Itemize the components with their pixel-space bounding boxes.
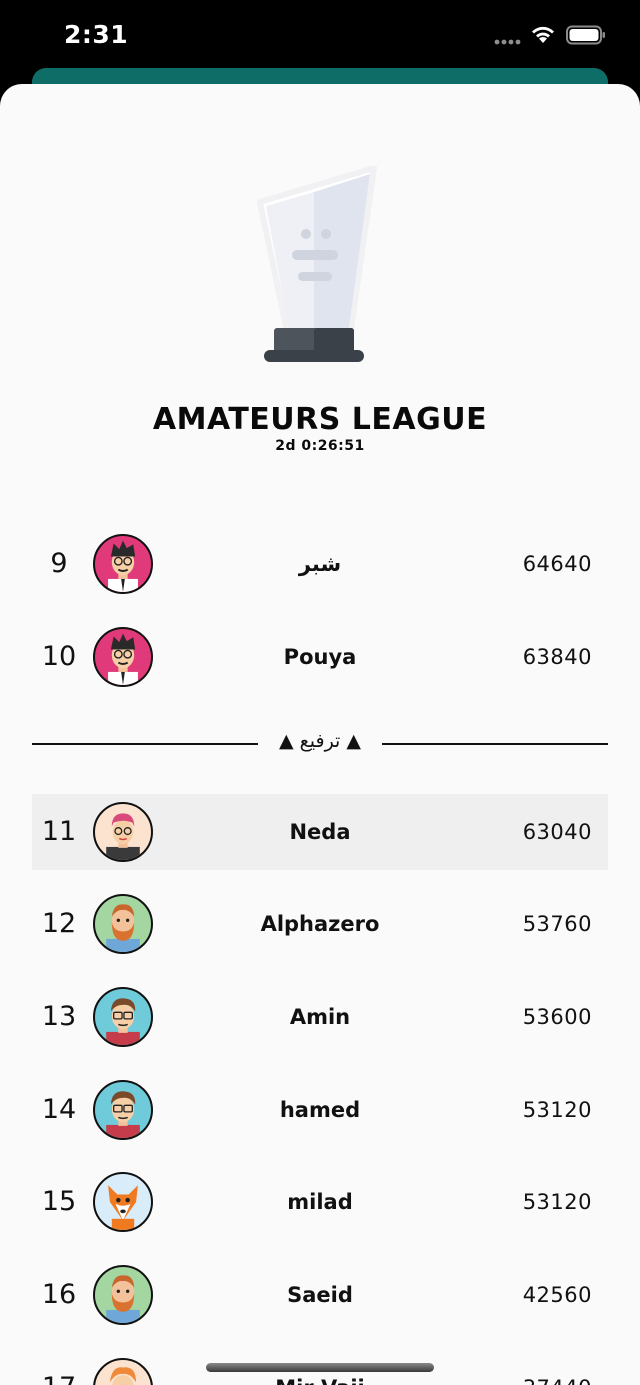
player-score: 64640: [522, 552, 592, 576]
rank-number: 16: [41, 1279, 77, 1310]
rank-number: 9: [50, 548, 68, 579]
player-name: hamed: [279, 1098, 361, 1122]
player-score: 53120: [522, 1098, 592, 1122]
player-score: 53760: [522, 912, 592, 936]
player-name: Alphazero: [260, 912, 380, 936]
leaderboard-row[interactable]: 16 Saeid 42560: [32, 1257, 608, 1333]
status-time: 2:31: [64, 20, 129, 49]
leaderboard-row[interactable]: 15 milad 53120: [32, 1164, 608, 1240]
man-glasses-avatar-icon: [93, 1080, 153, 1140]
app-screen: 2:31 AMATEURS LEAGUE 2d 0:26:51 9 شبر 64…: [0, 0, 640, 1385]
wifi-icon: [532, 26, 554, 43]
player-name: milad: [287, 1190, 353, 1214]
promotion-divider-right: [382, 743, 608, 745]
cellular-signal-icon: [494, 39, 521, 45]
promotion-label: ▲ ترفیع ▲: [278, 730, 361, 752]
rank-number: 15: [41, 1186, 77, 1217]
man-pink-avatar-icon: [93, 534, 153, 594]
player-score: 37440: [523, 1350, 592, 1385]
leaderboard-row[interactable]: 9 شبر 64640: [32, 526, 608, 602]
rank-number: 10: [41, 641, 77, 672]
rank-number: 14: [41, 1094, 77, 1125]
ginger-avatar-icon: [93, 1358, 153, 1385]
leaderboard-row[interactable]: 13 Amin 53600: [32, 979, 608, 1055]
battery-icon: [566, 25, 605, 45]
leaderboard-row[interactable]: 12 Alphazero 53760: [32, 886, 608, 962]
rank-number: 11: [41, 816, 77, 847]
player-score: 42560: [522, 1283, 592, 1307]
player-name: Amin: [289, 1005, 351, 1029]
player-name: شبر: [298, 552, 342, 576]
home-indicator[interactable]: [206, 1363, 434, 1372]
leaderboard-row[interactable]: 14 hamed 53120: [32, 1072, 608, 1148]
player-score: 53120: [522, 1190, 592, 1214]
player-score: 63040: [522, 820, 592, 844]
player-name: Pouya: [283, 645, 357, 669]
rank-number: 13: [41, 1001, 77, 1032]
man-glasses-avatar-icon: [93, 987, 153, 1047]
trophy-icon: [257, 166, 377, 362]
leaderboard-row-current-user[interactable]: 11 Neda 63040: [32, 794, 608, 870]
woman-avatar-icon: [93, 802, 153, 862]
league-sheet[interactable]: AMATEURS LEAGUE 2d 0:26:51 9 شبر 64640 1…: [0, 84, 640, 1385]
promotion-divider-left: [32, 743, 258, 745]
status-bar: 2:31: [0, 0, 640, 70]
leaderboard-row[interactable]: 10 Pouya 63840: [32, 619, 608, 695]
bearded-man-avatar-icon: [93, 1265, 153, 1325]
league-title: AMATEURS LEAGUE: [152, 402, 488, 437]
fox-avatar-icon: [93, 1172, 153, 1232]
player-score: 53600: [522, 1005, 592, 1029]
man-pink-avatar-icon: [93, 627, 153, 687]
rank-number: 12: [41, 908, 77, 939]
bearded-man-avatar-icon: [93, 894, 153, 954]
player-score: 63840: [522, 645, 592, 669]
league-timer: 2d 0:26:51: [275, 438, 365, 454]
player-name: Saeid: [287, 1283, 353, 1307]
rank-number: 17: [32, 1350, 86, 1385]
player-name: Neda: [289, 820, 351, 844]
